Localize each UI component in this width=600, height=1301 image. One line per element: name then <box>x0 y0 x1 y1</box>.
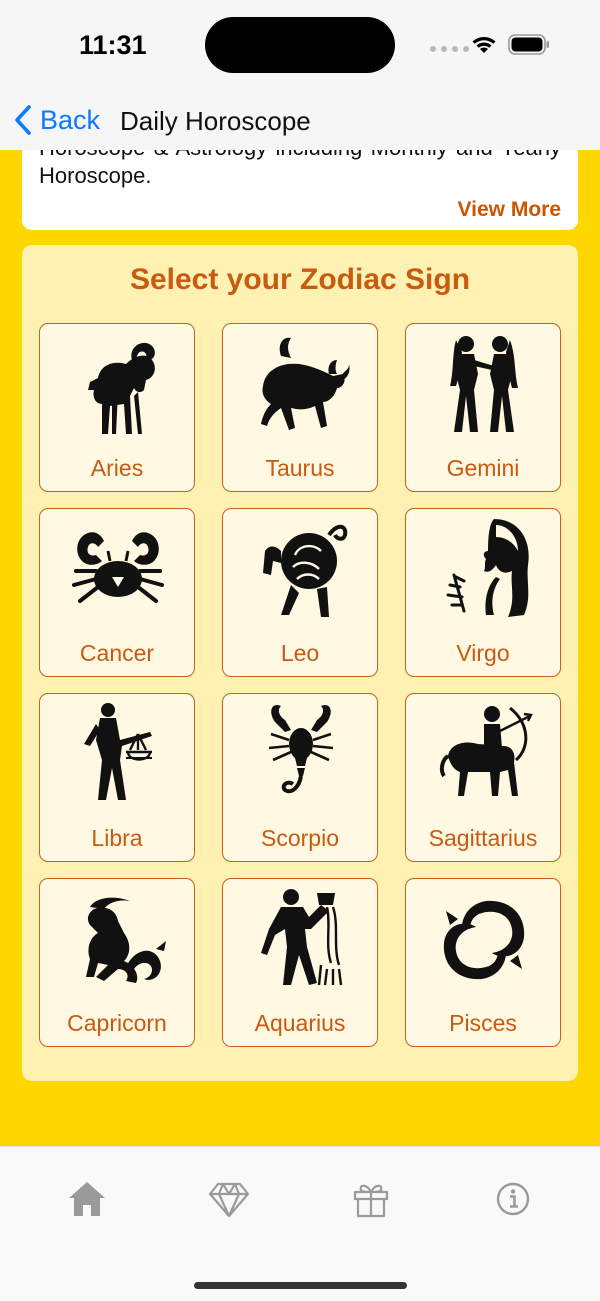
tab-gifts[interactable] <box>349 1177 393 1221</box>
zodiac-label: Libra <box>91 825 143 851</box>
dynamic-island <box>205 17 395 73</box>
wifi-icon <box>472 37 496 53</box>
zodiac-label: Pisces <box>449 1010 517 1036</box>
zodiac-tile-aquarius[interactable]: Aquarius <box>222 878 378 1047</box>
zodiac-tile-taurus[interactable]: Taurus <box>222 323 378 492</box>
page-title: Daily Horoscope <box>120 106 311 136</box>
zodiac-tile-sagittarius[interactable]: Sagittarius <box>405 693 561 862</box>
home-icon <box>69 1182 105 1216</box>
zodiac-label: Taurus <box>265 455 335 481</box>
back-button[interactable]: Back <box>12 104 100 136</box>
zodiac-label: Aquarius <box>254 1010 346 1036</box>
zodiac-panel: Select your Zodiac Sign Aries Taurus Gem… <box>22 245 578 1081</box>
navigation-bar: Back Daily Horoscope <box>0 92 600 150</box>
zodiac-label: Capricorn <box>67 1010 167 1036</box>
tab-info[interactable] <box>491 1177 535 1221</box>
aquarius-water-bearer-icon <box>261 889 343 986</box>
cancer-crab-icon <box>72 532 164 603</box>
zodiac-tile-scorpio[interactable]: Scorpio <box>222 693 378 862</box>
zodiac-tile-pisces[interactable]: Pisces <box>405 878 561 1047</box>
back-label: Back <box>40 104 101 135</box>
status-time: 11:31 <box>79 30 147 60</box>
scroll-content[interactable]: Horoscope & Astrology including Monthly … <box>0 150 600 1146</box>
zodiac-label: Virgo <box>456 640 510 666</box>
pisces-fish-icon <box>443 900 525 980</box>
zodiac-label: Cancer <box>79 640 155 666</box>
gemini-twins-icon <box>450 336 518 432</box>
zodiac-label: Scorpio <box>261 825 339 851</box>
status-bar: 11:31 <box>0 0 600 92</box>
zodiac-label: Leo <box>280 640 320 666</box>
sagittarius-archer-icon <box>439 706 533 796</box>
aries-ram-icon <box>88 342 155 434</box>
intro-card: Horoscope & Astrology including Monthly … <box>22 150 578 230</box>
scorpio-scorpion-icon <box>268 704 334 794</box>
zodiac-tile-capricorn[interactable]: Capricorn <box>39 878 195 1047</box>
battery-icon <box>508 34 549 55</box>
diamond-icon <box>208 1182 250 1218</box>
zodiac-grid: Aries Taurus Gemini Cancer Leo Virgo Lib… <box>39 323 561 1047</box>
zodiac-label: Sagittarius <box>428 825 538 851</box>
taurus-bull-icon <box>261 337 350 430</box>
zodiac-tile-aries[interactable]: Aries <box>39 323 195 492</box>
zodiac-tile-leo[interactable]: Leo <box>222 508 378 677</box>
zodiac-tile-gemini[interactable]: Gemini <box>405 323 561 492</box>
home-indicator <box>194 1282 407 1289</box>
view-more-link[interactable]: View More <box>458 198 561 222</box>
gift-icon <box>353 1184 389 1218</box>
zodiac-label: Gemini <box>446 455 520 481</box>
capricorn-goat-icon <box>86 897 166 983</box>
signal-dots-icon <box>430 46 469 52</box>
tab-bar <box>0 1146 600 1301</box>
tab-premium[interactable] <box>207 1177 251 1221</box>
info-icon <box>496 1182 530 1216</box>
libra-scales-icon <box>84 703 152 800</box>
tab-home[interactable] <box>65 1177 109 1221</box>
virgo-maiden-icon <box>446 519 529 617</box>
zodiac-label: Aries <box>90 455 144 481</box>
zodiac-tile-virgo[interactable]: Virgo <box>405 508 561 677</box>
zodiac-tile-cancer[interactable]: Cancer <box>39 508 195 677</box>
zodiac-panel-title: Select your Zodiac Sign <box>129 263 471 296</box>
intro-text: Horoscope & Astrology including Monthly … <box>39 150 561 188</box>
chevron-left-icon <box>15 105 31 135</box>
leo-lion-icon <box>263 524 348 617</box>
zodiac-tile-libra[interactable]: Libra <box>39 693 195 862</box>
